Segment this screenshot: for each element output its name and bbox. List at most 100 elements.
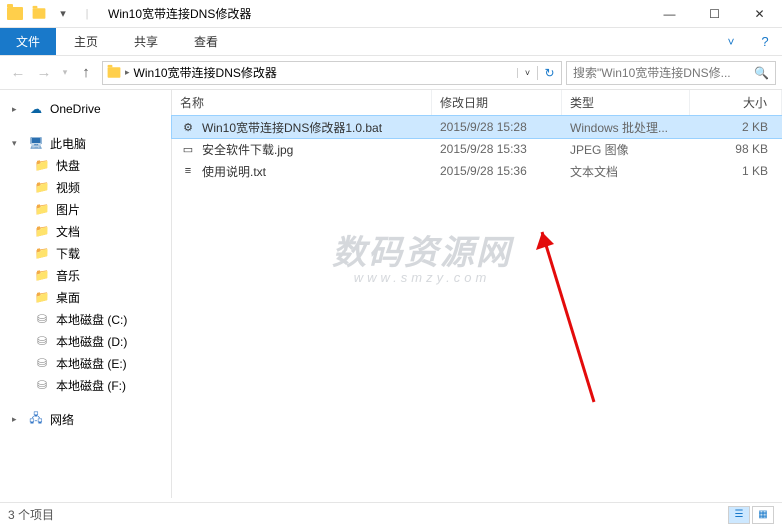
nav-network[interactable]: ▸ 🖧 网络 <box>0 408 171 430</box>
help-icon[interactable]: ? <box>748 28 782 55</box>
file-name: Win10宽带连接DNS修改器1.0.bat <box>202 119 382 136</box>
onedrive-icon: ☁ <box>28 101 44 117</box>
search-icon: 🔍 <box>754 66 769 80</box>
file-size: 2 KB <box>690 120 782 134</box>
file-type: Windows 批处理... <box>562 119 690 136</box>
folder-icon: ⛁ <box>34 311 50 327</box>
file-icon: ▭ <box>180 141 196 157</box>
location-icon <box>103 66 125 79</box>
app-icon <box>4 4 26 24</box>
back-button[interactable]: ← <box>6 61 30 85</box>
tab-view[interactable]: 查看 <box>176 28 236 55</box>
file-icon: ⚙ <box>180 119 196 135</box>
nav-child-item[interactable]: 📁视频 <box>0 176 171 198</box>
thumbnails-view-button[interactable]: ▦ <box>752 506 774 524</box>
address-bar[interactable]: ▸ Win10宽带连接DNS修改器 ˅ ↻ <box>102 61 562 85</box>
details-view-button[interactable]: ☰ <box>728 506 750 524</box>
qat-separator: | <box>76 4 98 24</box>
file-row[interactable]: ≡使用说明.txt2015/9/28 15:36文本文档1 KB <box>172 160 782 182</box>
column-headers: 名称 修改日期 类型 大小 <box>172 90 782 116</box>
file-date: 2015/9/28 15:33 <box>432 142 562 156</box>
refresh-button[interactable]: ↻ <box>537 66 561 80</box>
watermark-url: www.smzy.com <box>332 270 512 285</box>
up-button[interactable]: ↑ <box>74 61 98 85</box>
quick-access-toolbar[interactable] <box>28 4 50 24</box>
nav-onedrive[interactable]: ▸ ☁ OneDrive <box>0 98 171 120</box>
qat-dropdown-icon[interactable]: ▾ <box>52 4 74 24</box>
item-count: 3 个项目 <box>8 506 54 523</box>
close-button[interactable]: ✕ <box>737 0 782 28</box>
nav-child-item[interactable]: ⛁ 本地磁盘 (E:) <box>0 352 171 374</box>
nav-child-item[interactable]: 📁文档 <box>0 220 171 242</box>
column-size[interactable]: 大小 <box>690 90 782 115</box>
nav-child-item[interactable]: 📁 音乐 <box>0 264 171 286</box>
file-name: 安全软件下载.jpg <box>202 141 293 158</box>
file-name: 使用说明.txt <box>202 163 266 180</box>
folder-icon: 📁 <box>34 157 50 173</box>
nav-child-item[interactable]: ⛁本地磁盘 (C:) <box>0 308 171 330</box>
nav-this-pc[interactable]: ▾ 🖥 此电脑 <box>0 132 171 154</box>
tab-home[interactable]: 主页 <box>56 28 116 55</box>
collapse-icon[interactable]: ▾ <box>12 138 22 149</box>
column-type[interactable]: 类型 <box>562 90 690 115</box>
expand-icon[interactable]: ▸ <box>12 414 22 425</box>
nav-child-item[interactable]: 📁桌面 <box>0 286 171 308</box>
watermark-text: 数码资源网 <box>332 234 512 272</box>
nav-label: 音乐 <box>56 267 80 284</box>
tab-share[interactable]: 共享 <box>116 28 176 55</box>
file-row[interactable]: ▭ 安全软件下载.jpg 2015/9/28 15:33JPEG 图像98 KB <box>172 138 782 160</box>
search-input[interactable]: 搜索"Win10宽带连接DNS修... 🔍 <box>566 61 776 85</box>
file-list: 名称 修改日期 类型 大小 ⚙ Win10宽带连接DNS修改器1.0.bat 201… <box>172 90 782 498</box>
folder-icon: 📁 <box>34 223 50 239</box>
nav-child-item[interactable]: ⛁ 本地磁盘 (F:) <box>0 374 171 396</box>
file-size: 98 KB <box>690 142 782 156</box>
file-type: JPEG 图像 <box>562 141 690 158</box>
nav-label: 网络 <box>50 411 74 428</box>
column-date[interactable]: 修改日期 <box>432 90 562 115</box>
minimize-button[interactable]: — <box>647 0 692 28</box>
nav-child-item[interactable]: 📁 图片 <box>0 198 171 220</box>
nav-label: 桌面 <box>56 289 80 306</box>
file-row[interactable]: ⚙ Win10宽带连接DNS修改器1.0.bat 2015/9/28 15:28Wi… <box>172 116 782 138</box>
file-date: 2015/9/28 15:36 <box>432 164 562 178</box>
address-dropdown-icon[interactable]: ˅ <box>517 68 537 78</box>
file-size: 1 KB <box>690 164 782 178</box>
nav-label: 本地磁盘 (D:) <box>56 333 127 350</box>
folder-icon: ⛁ <box>34 377 50 393</box>
navigation-pane: ▸ ☁ OneDrive ▾ 🖥 此电脑 📁快盘📁视频📁图片📁文档📁下载📁音乐📁… <box>0 90 172 498</box>
file-tab[interactable]: 文件 <box>0 28 56 55</box>
nav-label: 本地磁盘 (E:) <box>56 355 127 372</box>
expand-icon[interactable]: ▸ <box>12 104 22 115</box>
title-bar: ▾ | Win10宽带连接DNS修改器 — ☐ ✕ <box>0 0 782 28</box>
ribbon-tabs: 文件 主页 共享 查看 ˅ ? <box>0 28 782 56</box>
breadcrumb-label: Win10宽带连接DNS修改器 <box>134 64 277 81</box>
maximize-button[interactable]: ☐ <box>692 0 737 28</box>
nav-label: 本地磁盘 (F:) <box>56 377 126 394</box>
folder-icon: 📁 <box>34 201 50 217</box>
search-placeholder: 搜索"Win10宽带连接DNS修... <box>573 64 731 81</box>
nav-child-item[interactable]: 📁 快盘 <box>0 154 171 176</box>
status-bar: 3 个项目 ☰ ▦ <box>0 502 782 526</box>
nav-label: 图片 <box>56 201 80 218</box>
nav-child-item[interactable]: 📁下载 <box>0 242 171 264</box>
watermark: 数码资源网 www.smzy.com <box>332 225 512 285</box>
breadcrumb-segment[interactable]: Win10宽带连接DNS修改器 <box>130 64 281 81</box>
column-name[interactable]: 名称 <box>172 90 432 115</box>
nav-label: 视频 <box>56 179 80 196</box>
file-date: 2015/9/28 15:28 <box>432 120 562 134</box>
recent-locations-icon[interactable]: ▾ <box>58 61 72 85</box>
folder-icon: ⛁ <box>34 333 50 349</box>
nav-label: 快盘 <box>56 157 80 174</box>
expand-ribbon-icon[interactable]: ˅ <box>714 28 748 55</box>
folder-icon: ⛁ <box>34 355 50 371</box>
network-icon: 🖧 <box>28 411 44 427</box>
pc-icon: 🖥 <box>28 135 44 151</box>
address-bar-row: ← → ▾ ↑ ▸ Win10宽带连接DNS修改器 ˅ ↻ 搜索"Win10宽带… <box>0 56 782 90</box>
folder-icon: 📁 <box>34 267 50 283</box>
file-icon: ≡ <box>180 163 196 179</box>
folder-icon: 📁 <box>34 245 50 261</box>
window-title: Win10宽带连接DNS修改器 <box>108 5 251 22</box>
nav-label: 此电脑 <box>50 135 86 152</box>
nav-child-item[interactable]: ⛁ 本地磁盘 (D:) <box>0 330 171 352</box>
forward-button[interactable]: → <box>32 61 56 85</box>
